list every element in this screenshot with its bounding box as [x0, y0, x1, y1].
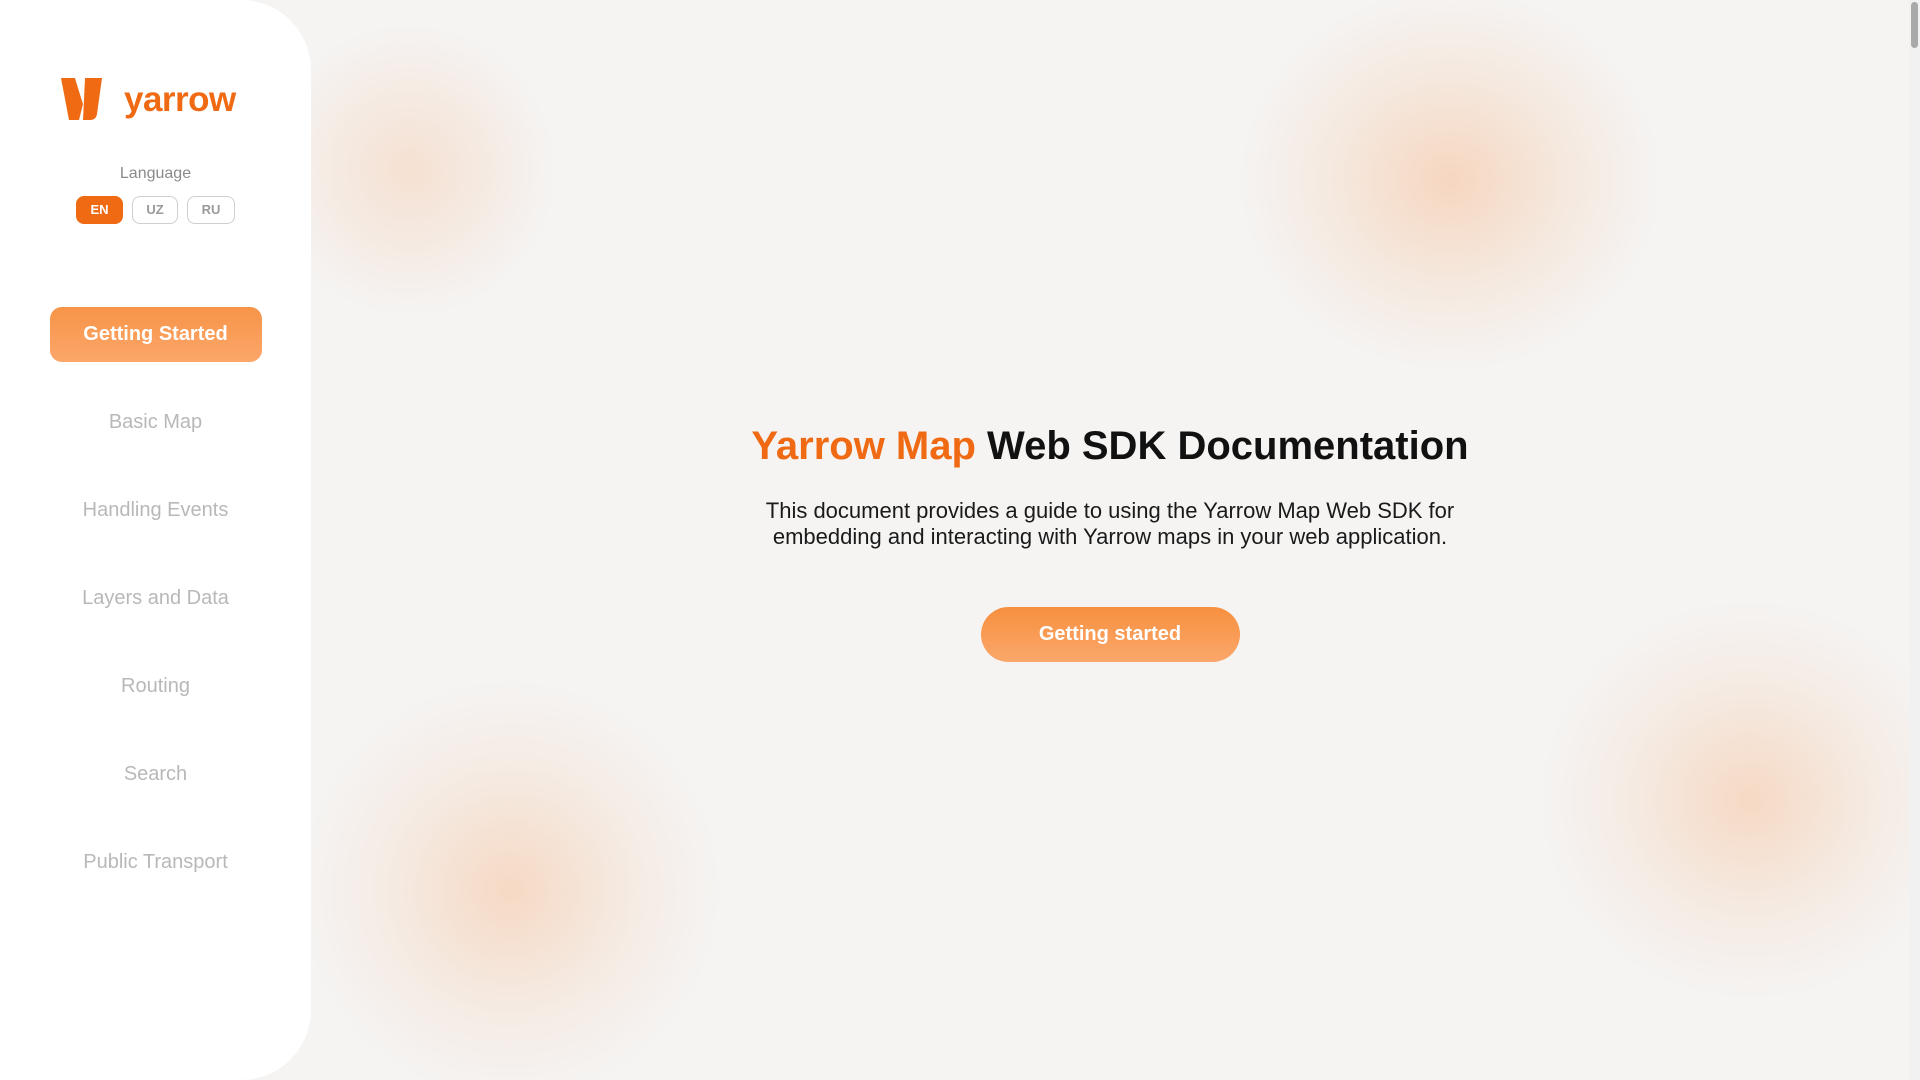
- language-en-button[interactable]: EN: [76, 196, 123, 224]
- sidebar-item-getting-started[interactable]: Getting Started: [49, 307, 262, 362]
- page-title: Yarrow Map Web SDK Documentation: [311, 420, 1909, 472]
- sidebar-item-routing[interactable]: Routing: [50, 659, 262, 714]
- language-buttons: EN UZ RU: [0, 196, 311, 224]
- language-selector: Language EN UZ RU: [0, 165, 311, 224]
- sidebar-nav: Getting Started Basic Map Handling Event…: [0, 307, 311, 923]
- main-content: Yarrow Map Web SDK Documentation This do…: [311, 0, 1909, 1080]
- page-description: This document provides a guide to using …: [765, 498, 1455, 549]
- brand-name: yarrow: [124, 79, 236, 119]
- page-title-accent: Yarrow Map: [751, 424, 976, 468]
- sidebar: yarrow Language EN UZ RU Getting Started…: [0, 0, 311, 1080]
- logo[interactable]: yarrow: [57, 74, 236, 124]
- getting-started-button[interactable]: Getting started: [980, 607, 1240, 662]
- language-uz-button[interactable]: UZ: [132, 196, 178, 224]
- scrollbar-thumb[interactable]: [1911, 2, 1918, 48]
- language-ru-button[interactable]: RU: [187, 196, 235, 224]
- language-label: Language: [119, 165, 192, 182]
- scrollbar[interactable]: [1909, 0, 1920, 1080]
- page-title-rest: Web SDK Documentation: [975, 424, 1469, 468]
- sidebar-item-public-transport[interactable]: Public Transport: [50, 835, 262, 890]
- sidebar-item-basic-map[interactable]: Basic Map: [50, 395, 262, 450]
- app-window: yarrow Language EN UZ RU Getting Started…: [0, 0, 1920, 1080]
- sidebar-item-layers-and-data[interactable]: Layers and Data: [50, 571, 262, 626]
- sidebar-item-handling-events[interactable]: Handling Events: [50, 483, 262, 538]
- hero-section: Yarrow Map Web SDK Documentation This do…: [311, 420, 1909, 662]
- yarrow-logo-icon: [61, 78, 102, 120]
- sidebar-item-search[interactable]: Search: [50, 747, 262, 802]
